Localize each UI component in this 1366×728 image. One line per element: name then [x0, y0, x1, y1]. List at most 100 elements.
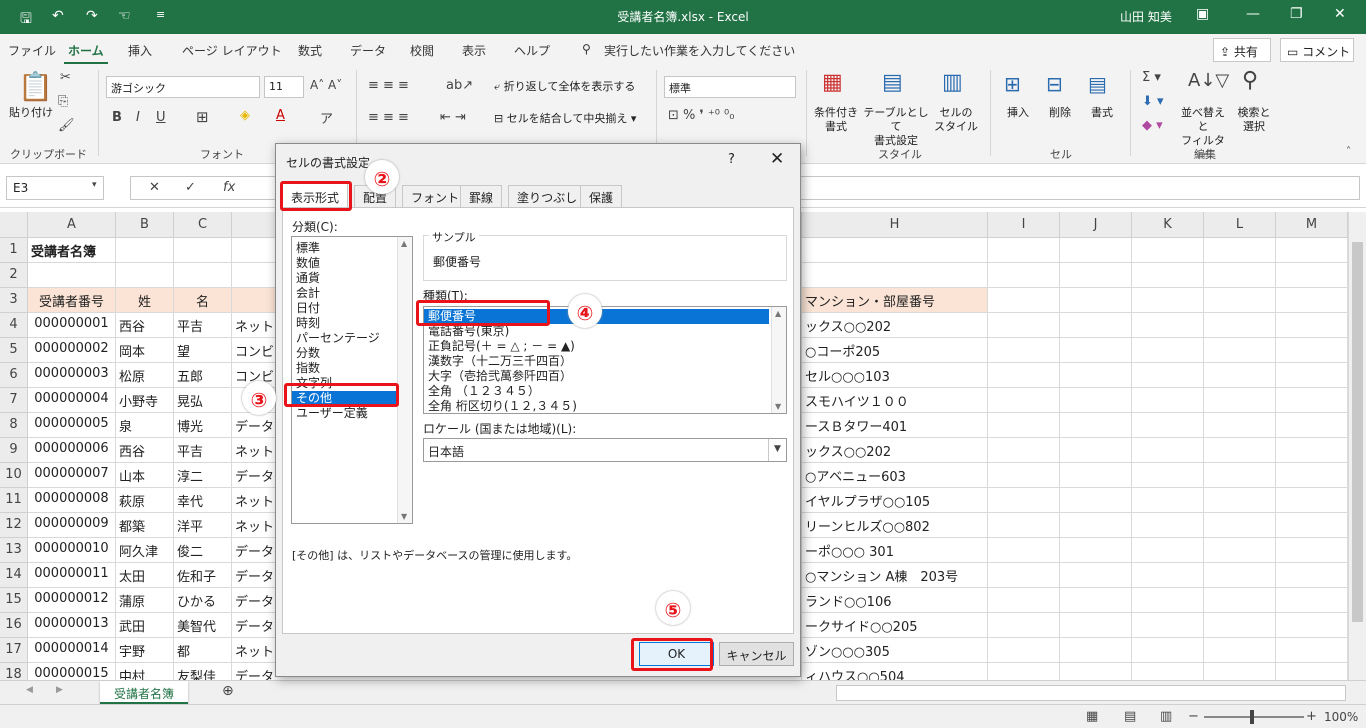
font-name-select[interactable]: 游ゴシック	[106, 76, 260, 98]
cell[interactable]	[988, 413, 1060, 438]
row-header[interactable]: 5	[0, 338, 28, 363]
cell[interactable]	[988, 638, 1060, 663]
cell[interactable]	[1060, 613, 1132, 638]
cell[interactable]	[1060, 588, 1132, 613]
cell[interactable]: 000000011	[28, 563, 116, 588]
type-item[interactable]: 全角 （１２３４５）	[428, 384, 540, 399]
cell[interactable]	[1204, 638, 1276, 663]
cell[interactable]: 洋平	[174, 513, 232, 538]
cell[interactable]	[988, 663, 1060, 680]
category-item[interactable]: 日付	[296, 301, 320, 316]
scroll-up-icon[interactable]: ▲	[775, 309, 781, 318]
delete-cells-button[interactable]: 削除	[1042, 106, 1078, 120]
cancel-button[interactable]: キャンセル	[719, 642, 794, 666]
cell[interactable]	[1132, 663, 1204, 680]
cell[interactable]	[988, 513, 1060, 538]
cell[interactable]: 小野寺	[116, 388, 174, 413]
page-layout-view-icon[interactable]: ▤	[1124, 709, 1136, 724]
cell[interactable]	[1204, 588, 1276, 613]
cell[interactable]: 中村	[116, 663, 174, 680]
cell[interactable]	[1276, 488, 1348, 513]
cell[interactable]: 平吉	[174, 313, 232, 338]
bold-icon[interactable]: B	[112, 110, 122, 125]
cell[interactable]	[988, 438, 1060, 463]
category-item[interactable]: 指数	[296, 361, 320, 376]
tab-border[interactable]: 罫線	[460, 185, 503, 207]
column-header[interactable]: C	[174, 212, 232, 238]
tab-home[interactable]: ホーム	[64, 42, 108, 65]
collapse-ribbon-icon[interactable]: ˄	[1346, 146, 1351, 157]
tab-formulas[interactable]: 数式	[298, 42, 322, 59]
cell[interactable]	[1204, 238, 1276, 263]
type-item[interactable]: 正負記号(＋ = △ ; － = ▲)	[428, 339, 575, 354]
category-list[interactable]: ▲ ▼ 標準 数値 通貨 会計 日付 時刻 パーセンテージ 分数 指数 文字列 その他 ユーザー定義	[291, 236, 413, 524]
cell[interactable]: 000000005	[28, 413, 116, 438]
cell[interactable]: 000000009	[28, 513, 116, 538]
cell[interactable]	[988, 463, 1060, 488]
cell[interactable]	[1060, 538, 1132, 563]
cell[interactable]: 太田	[116, 563, 174, 588]
horizontal-scrollbar[interactable]	[836, 685, 1346, 701]
cell[interactable]: 000000008	[28, 488, 116, 513]
font-color-icon[interactable]: A	[276, 108, 285, 123]
paste-button[interactable]: 貼り付け	[6, 106, 56, 120]
restore-icon[interactable]: ❐	[1290, 6, 1303, 22]
category-item[interactable]: 標準	[296, 241, 320, 256]
cell[interactable]	[1060, 513, 1132, 538]
cell[interactable]	[28, 263, 116, 288]
cell[interactable]: 萩原	[116, 488, 174, 513]
page-break-view-icon[interactable]: ▥	[1160, 709, 1172, 724]
minimize-icon[interactable]: —	[1246, 6, 1260, 22]
delete-cells-icon[interactable]: ⊟	[1046, 72, 1063, 96]
cell[interactable]	[1276, 413, 1348, 438]
align-top-icon[interactable]: ≡ ≡ ≡	[368, 78, 409, 93]
cell[interactable]	[1204, 563, 1276, 588]
cell[interactable]: 平吉	[174, 438, 232, 463]
category-item[interactable]: 数値	[296, 256, 320, 271]
type-item[interactable]: 電話番号(東京)	[428, 324, 509, 339]
cell[interactable]	[1204, 613, 1276, 638]
cell[interactable]: 000000003	[28, 363, 116, 388]
category-item[interactable]: 分数	[296, 346, 320, 361]
column-header[interactable]: L	[1204, 212, 1276, 238]
cell[interactable]: 姓	[116, 288, 174, 313]
name-box-dropdown-icon[interactable]: ▾	[92, 180, 97, 190]
cell[interactable]: イヤルプラザ○○105	[802, 488, 988, 513]
cell[interactable]	[1204, 413, 1276, 438]
cell[interactable]: 000000007	[28, 463, 116, 488]
cell[interactable]	[1204, 463, 1276, 488]
cell[interactable]: 都築	[116, 513, 174, 538]
column-header[interactable]: M	[1276, 212, 1348, 238]
cell[interactable]: 000000004	[28, 388, 116, 413]
zoom-out-icon[interactable]: −	[1188, 709, 1199, 724]
category-scrollbar[interactable]: ▲ ▼	[397, 237, 412, 523]
cell[interactable]	[1132, 488, 1204, 513]
cell[interactable]: 山本	[116, 463, 174, 488]
format-as-table-icon[interactable]: ▤	[882, 70, 903, 95]
row-header[interactable]: 3	[0, 288, 28, 313]
cell[interactable]	[802, 238, 988, 263]
cell[interactable]: 都	[174, 638, 232, 663]
cell[interactable]: マンション・部屋番号	[802, 288, 988, 313]
cell[interactable]	[1204, 513, 1276, 538]
orientation-icon[interactable]: ab↗	[446, 78, 473, 93]
copy-icon[interactable]: ⎘	[58, 94, 68, 109]
align-left-icon[interactable]: ≡ ≡ ≡	[368, 110, 409, 125]
cell[interactable]: 俊二	[174, 538, 232, 563]
cell-styles-button[interactable]: セルの スタイル	[932, 106, 980, 134]
cell[interactable]: 000000010	[28, 538, 116, 563]
locale-select[interactable]: 日本語 ▼	[423, 438, 787, 462]
autosum-icon[interactable]: Σ ▾	[1142, 70, 1161, 85]
sheet-tab[interactable]: 受講者名簿	[100, 681, 188, 704]
cell[interactable]: リーンヒルズ○○802	[802, 513, 988, 538]
cell[interactable]	[1060, 663, 1132, 680]
type-item[interactable]: 全角 桁区切り(１２,３４５)	[428, 399, 577, 413]
cell[interactable]: ○マンション A棟 203号	[802, 563, 988, 588]
cell[interactable]	[1060, 438, 1132, 463]
zoom-in-icon[interactable]: +	[1306, 709, 1317, 724]
confirm-entry-icon[interactable]: ✓	[185, 180, 196, 195]
cell[interactable]	[1132, 338, 1204, 363]
prev-sheet-icon[interactable]: ◀	[26, 685, 33, 695]
fill-icon[interactable]: ⬇ ▾	[1142, 94, 1164, 109]
cell[interactable]	[1276, 538, 1348, 563]
